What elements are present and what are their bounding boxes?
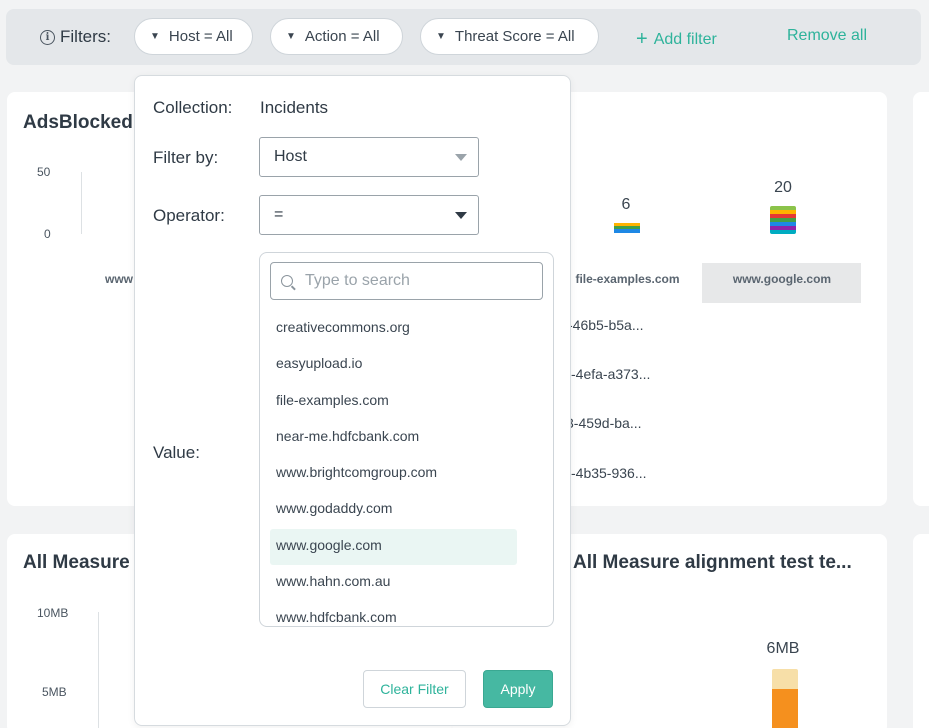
bar-google[interactable]: [770, 206, 796, 234]
chip-label: Action = All: [304, 28, 380, 45]
info-icon[interactable]: i: [40, 29, 55, 45]
chevron-down-icon: [455, 154, 467, 161]
collection-value: Incidents: [260, 98, 329, 117]
filters-label-text: Filters:: [60, 27, 111, 46]
value-option-selected[interactable]: www.google.com: [270, 528, 517, 566]
y-tick: 10MB: [37, 606, 69, 620]
bar-file-examples[interactable]: [614, 223, 640, 233]
action-filter-chip[interactable]: ▼ Action = All: [270, 18, 403, 55]
y-tick: 0: [44, 227, 51, 241]
clear-filter-button[interactable]: Clear Filter: [363, 670, 466, 708]
partial-card: [913, 534, 929, 728]
value-picker: creativecommons.org easyupload.io file-e…: [259, 252, 554, 627]
value-option[interactable]: www.brightcomgroup.com: [270, 456, 517, 492]
bar-6mb[interactable]: [772, 669, 798, 728]
y-axis-line: [81, 172, 82, 234]
operator-value: =: [274, 206, 284, 223]
chip-label: Host = All: [168, 28, 233, 45]
filter-popover: Collection: Incidents Filter by: Host Op…: [134, 75, 571, 726]
card-title: All Measure: [23, 552, 130, 573]
search-icon: [281, 275, 293, 287]
bar-value: 20: [774, 179, 792, 196]
x-category-label: www: [105, 272, 134, 286]
card-title: All Measure alignment test te...: [573, 552, 852, 573]
add-filter-button[interactable]: + Add filter: [636, 27, 717, 50]
remove-all-button[interactable]: Remove all: [787, 27, 867, 45]
plus-icon: +: [636, 28, 648, 50]
filter-by-select[interactable]: Host: [259, 137, 479, 177]
partial-card: [913, 92, 929, 506]
filters-label: i Filters:: [40, 27, 111, 47]
value-option[interactable]: www.hdfcbank.com: [270, 601, 517, 626]
filter-funnel-icon: ▼: [286, 31, 296, 42]
bar-value: 6MB: [766, 640, 800, 657]
table-row: -4b35-936...: [571, 465, 647, 481]
value-option[interactable]: www.hahn.com.au: [270, 565, 517, 601]
y-axis-line: [98, 612, 99, 728]
value-option[interactable]: www.godaddy.com: [270, 492, 517, 528]
value-option[interactable]: creativecommons.org: [270, 311, 517, 347]
chevron-down-icon: [455, 212, 467, 219]
value-options-list[interactable]: creativecommons.org easyupload.io file-e…: [270, 311, 530, 626]
value-search-box[interactable]: [270, 262, 543, 300]
add-filter-label: Add filter: [653, 31, 717, 48]
x-category-label: file-examples.com: [575, 272, 680, 286]
host-filter-chip[interactable]: ▼ Host = All: [134, 18, 253, 55]
value-label: Value:: [153, 443, 200, 462]
filter-funnel-icon: ▼: [436, 31, 446, 42]
bar-value: 6: [621, 196, 631, 213]
operator-label: Operator:: [153, 206, 225, 225]
chip-label: Threat Score = All: [454, 28, 575, 45]
filter-bar: i Filters: ▼ Host = All ▼ Action = All ▼…: [6, 9, 921, 65]
table-row: -46b5-b5a...: [568, 317, 644, 333]
value-search-input[interactable]: [305, 272, 525, 290]
value-option[interactable]: file-examples.com: [270, 384, 517, 420]
card-title: AdsBlocked: [23, 112, 133, 133]
threat-score-filter-chip[interactable]: ▼ Threat Score = All: [420, 18, 599, 55]
y-tick: 5MB: [42, 685, 67, 699]
collection-label: Collection:: [153, 98, 233, 117]
table-row: -4efa-a373...: [571, 366, 651, 382]
table-row: 3-459d-ba...: [566, 415, 642, 431]
operator-select[interactable]: =: [259, 195, 479, 235]
filter-by-label: Filter by:: [153, 148, 219, 167]
x-category-label: www.google.com: [732, 272, 832, 286]
filter-by-value: Host: [274, 148, 307, 165]
y-tick: 50: [37, 165, 51, 179]
apply-button[interactable]: Apply: [483, 670, 553, 708]
filter-funnel-icon: ▼: [150, 31, 160, 42]
value-option[interactable]: near-me.hdfcbank.com: [270, 420, 517, 456]
value-option[interactable]: easyupload.io: [270, 347, 517, 383]
